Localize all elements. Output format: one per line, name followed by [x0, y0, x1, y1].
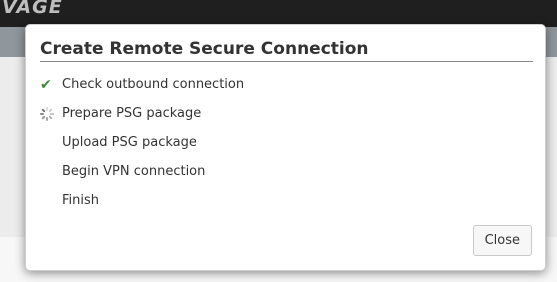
- step-check-outbound: ✔ Check outbound connection: [40, 70, 244, 99]
- step-finish: Finish: [40, 186, 244, 215]
- step-list: ✔ Check outbound connection Prepare PSG …: [40, 70, 244, 215]
- dialog-title: Create Remote Secure Connection: [40, 39, 369, 59]
- checkmark-icon: ✔: [40, 76, 52, 93]
- step-label: Prepare PSG package: [62, 106, 202, 121]
- spinner-icon: [40, 106, 62, 122]
- title-divider: [40, 61, 533, 62]
- step-prepare-psg: Prepare PSG package: [40, 99, 244, 128]
- create-connection-dialog: Create Remote Secure Connection ✔ Check …: [25, 24, 546, 271]
- step-upload-psg: Upload PSG package: [40, 128, 244, 157]
- close-button[interactable]: Close: [472, 225, 532, 256]
- step-label: Check outbound connection: [62, 77, 245, 92]
- step-label: Upload PSG package: [62, 135, 197, 150]
- step-begin-vpn: Begin VPN connection: [40, 157, 244, 186]
- brand-logo: VAGE: [2, 0, 63, 18]
- step-label: Begin VPN connection: [62, 164, 206, 179]
- app-header: VAGE: [0, 0, 557, 27]
- step-label: Finish: [62, 193, 100, 208]
